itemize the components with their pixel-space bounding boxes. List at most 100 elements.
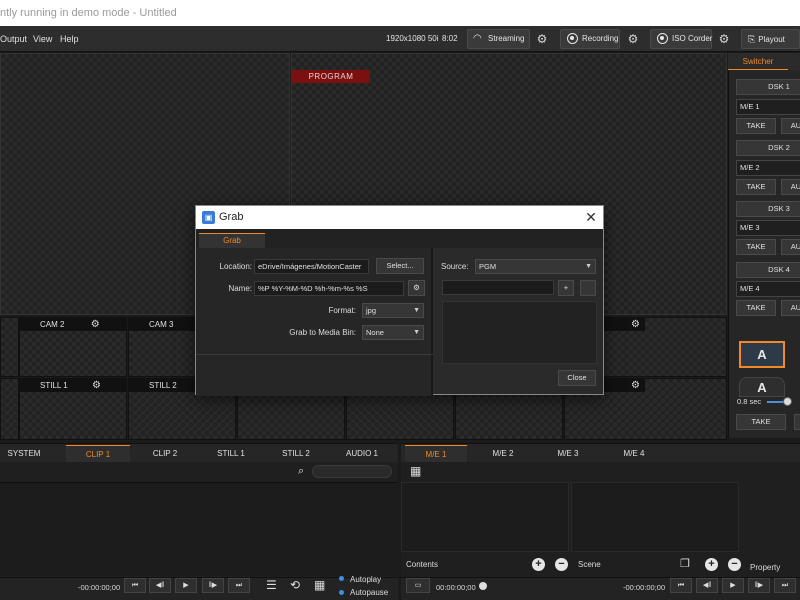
source-tile-still-1[interactable]: STILL 1 ⚙ — [19, 378, 127, 440]
playout-button[interactable]: ⎘ Playout — [741, 29, 800, 49]
media-bin-select[interactable]: None ▼ — [362, 325, 424, 340]
tile-gear-icon[interactable]: ⚙ — [631, 380, 640, 391]
step-back-button[interactable]: ◀‖ — [696, 578, 718, 593]
close-icon[interactable]: ✕ — [582, 206, 600, 229]
autoplay-label[interactable]: Autoplay — [350, 575, 381, 584]
menu-help[interactable]: Help — [60, 26, 79, 52]
tile-name: CAM 3 — [149, 320, 174, 329]
loop-icon[interactable]: ⟲ — [290, 578, 300, 592]
location-input[interactable]: еDrive/Imágenes/MotionCaster — [254, 259, 369, 274]
iso-corder-button[interactable]: ISO Corder — [650, 29, 712, 49]
scrub-handle[interactable] — [479, 582, 487, 590]
add-content-icon[interactable]: + — [532, 558, 545, 571]
tile-gear-icon[interactable]: ⚙ — [91, 319, 100, 330]
me-1-select[interactable]: M/E 1 — [736, 99, 800, 115]
source-filter-input[interactable] — [442, 280, 554, 295]
tile-gear-icon[interactable]: ⚙ — [92, 380, 101, 391]
me-4-select[interactable]: M/E 4 — [736, 281, 800, 297]
tab-switcher[interactable]: Switcher — [728, 53, 788, 70]
auto-button[interactable]: AU — [781, 179, 800, 195]
step-forward-button[interactable]: ‖▶ — [202, 578, 224, 593]
step-back-button[interactable]: ◀‖ — [149, 578, 171, 593]
recording-button[interactable]: Recording — [560, 29, 620, 49]
select-location-button[interactable]: Select... — [376, 258, 424, 274]
tab-me-1[interactable]: M/E 1 — [405, 445, 467, 462]
streaming-label: Streaming — [488, 34, 525, 43]
tab-me-3[interactable]: M/E 3 — [537, 445, 599, 462]
tab-audio-1[interactable]: AUDIO 1 — [330, 445, 394, 462]
tab-me-4[interactable]: M/E 4 — [603, 445, 665, 462]
clapper-icon[interactable]: ▦ — [314, 578, 325, 592]
contents-list[interactable] — [401, 482, 569, 552]
take-button[interactable]: TAKE — [736, 179, 776, 195]
autopause-label[interactable]: Autopause — [350, 588, 388, 597]
remove-scene-icon[interactable]: − — [728, 558, 741, 571]
media-search-input[interactable] — [312, 465, 392, 478]
menu-view[interactable]: View — [33, 26, 52, 52]
streaming-button[interactable]: ◠ Streaming — [467, 29, 530, 49]
add-source-button[interactable]: + — [558, 280, 574, 296]
dsk-2-button[interactable]: DSK 2 — [736, 140, 800, 156]
slider-handle[interactable] — [783, 397, 792, 406]
transition-a-button-active[interactable]: A — [739, 341, 785, 368]
dsk-4-button[interactable]: DSK 4 — [736, 262, 800, 278]
grid-view-icon[interactable]: ▦ — [410, 465, 423, 478]
source-select[interactable]: PGM ▼ — [475, 259, 596, 274]
autopause-indicator — [339, 590, 344, 595]
playlist-icon[interactable]: ☰ — [266, 578, 277, 592]
main-take-button[interactable]: TAKE — [736, 414, 786, 430]
take-button[interactable]: TAKE — [736, 239, 776, 255]
skip-to-start-button[interactable]: ⏮ — [124, 578, 146, 593]
folder-icon[interactable]: ▭ — [406, 578, 430, 593]
auto-button[interactable]: AU — [781, 239, 800, 255]
me-2-select[interactable]: M/E 2 — [736, 160, 800, 176]
tile-label: STILL 1 ⚙ — [20, 379, 126, 392]
scene-list[interactable] — [571, 482, 739, 552]
play-button[interactable]: ▶ — [722, 578, 744, 593]
take-button[interactable]: TAKE — [736, 300, 776, 316]
auto-button[interactable]: AU — [781, 300, 800, 316]
source-tile-partial[interactable] — [0, 378, 19, 440]
streaming-settings-gear-icon[interactable]: ⚙ — [533, 30, 551, 48]
clip-timecode: -00:00:00;00 — [78, 583, 121, 592]
iso-corder-label: ISO Corder — [672, 34, 713, 43]
filename-pattern-input[interactable]: %P %Y-%M-%D %h-%m-%s %S — [254, 281, 404, 296]
auto-button[interactable]: AU — [781, 118, 800, 134]
tile-name: STILL 1 — [40, 381, 68, 390]
tab-still-1[interactable]: STILL 1 — [199, 445, 263, 462]
dsk-3-button[interactable]: DSK 3 — [736, 201, 800, 217]
source-tile-partial[interactable] — [0, 317, 19, 377]
menu-output[interactable]: Output — [0, 26, 27, 52]
tab-still-2[interactable]: STILL 2 — [264, 445, 328, 462]
close-button[interactable]: Close — [558, 370, 596, 386]
skip-to-end-button[interactable]: ⏭ — [228, 578, 250, 593]
step-forward-button[interactable]: ‖▶ — [748, 578, 770, 593]
tab-clip-2[interactable]: CLIP 2 — [133, 445, 197, 462]
tab-me-2[interactable]: M/E 2 — [472, 445, 534, 462]
me-3-select[interactable]: M/E 3 — [736, 220, 800, 236]
name-settings-gear-icon[interactable]: ⚙ — [408, 280, 425, 296]
recording-settings-gear-icon[interactable]: ⚙ — [624, 30, 642, 48]
dsk-1-button[interactable]: DSK 1 — [736, 79, 800, 95]
remove-content-icon[interactable]: − — [555, 558, 568, 571]
me-timecode-start: 00:00:00;00 — [436, 583, 476, 592]
tile-gear-icon[interactable]: ⚙ — [631, 319, 640, 330]
media-transport-bar — [0, 577, 398, 600]
add-scene-icon[interactable]: + — [705, 558, 718, 571]
format-select[interactable]: jpg ▼ — [362, 303, 424, 318]
play-button[interactable]: ▶ — [175, 578, 197, 593]
duplicate-icon[interactable]: ❐ — [680, 557, 690, 570]
skip-to-start-button[interactable]: ⏮ — [670, 578, 692, 593]
tab-clip-1[interactable]: CLIP 1 — [66, 445, 130, 462]
source-label: Source: — [441, 262, 469, 271]
skip-to-end-button[interactable]: ⏭ — [774, 578, 796, 593]
tab-system[interactable]: SYSTEM — [0, 445, 48, 462]
transition-a-button[interactable]: A — [739, 377, 785, 397]
media-list[interactable] — [0, 482, 398, 576]
source-tile-cam-2[interactable]: CAM 2 ⚙ — [19, 317, 127, 377]
iso-corder-settings-gear-icon[interactable]: ⚙ — [715, 30, 733, 48]
tab-grab[interactable]: Grab — [199, 233, 265, 248]
auto-button-partial[interactable] — [794, 414, 800, 430]
take-button[interactable]: TAKE — [736, 118, 776, 134]
remove-source-button[interactable] — [580, 280, 596, 296]
